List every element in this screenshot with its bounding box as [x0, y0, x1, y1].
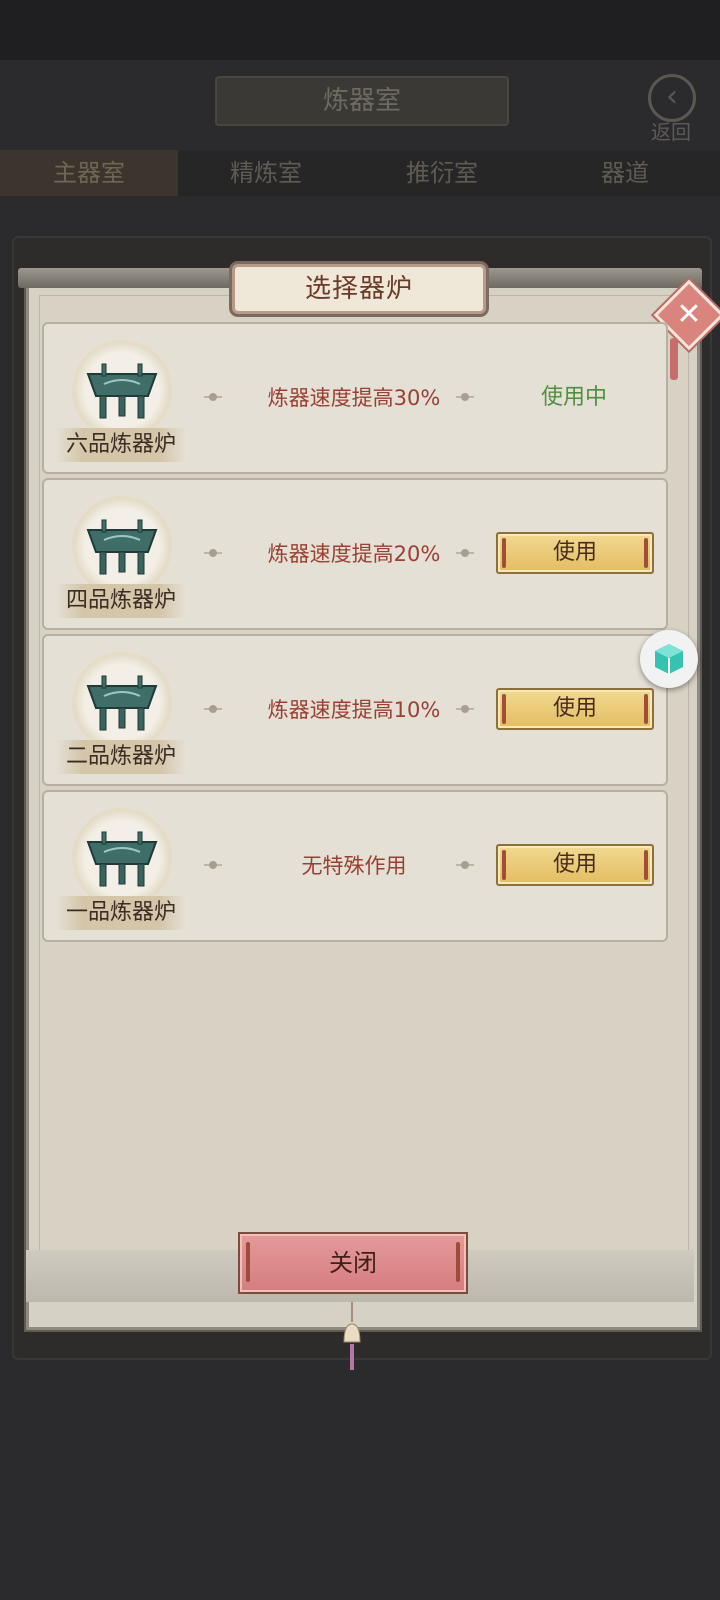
ornament-icon: [204, 548, 222, 558]
bronze-cauldron-icon: [86, 831, 158, 887]
furnace-name: 一品炼器炉: [56, 896, 186, 930]
furnace-icon-frame: [72, 496, 172, 596]
furnace-effect: 炼器速度提高20%: [267, 542, 441, 566]
page-title: 炼器室: [215, 76, 509, 126]
furnace-name: 二品炼器炉: [56, 740, 186, 774]
ornament-icon: [456, 860, 474, 870]
furnace-icon-frame: [72, 340, 172, 440]
tab-deduce-room[interactable]: 推衍室: [354, 150, 530, 196]
bell-icon: [343, 1302, 361, 1370]
ornament-icon: [204, 860, 222, 870]
furnace-name: 四品炼器炉: [56, 584, 186, 618]
tab-tool-dao[interactable]: 器道: [530, 150, 720, 196]
dialog-title: 选择器炉: [232, 264, 486, 314]
furnace-name: 六品炼器炉: [56, 428, 186, 462]
floating-assistant-button[interactable]: [640, 630, 698, 688]
in-use-label: 使用中: [540, 385, 607, 410]
close-x-icon: ✕: [676, 297, 702, 332]
tab-main-room[interactable]: 主器室: [0, 150, 178, 196]
background-tab-bar: 主器室 精炼室 推衍室 器道: [0, 150, 720, 196]
furnace-effect: 炼器速度提高10%: [267, 698, 441, 722]
furnace-icon-frame: [72, 652, 172, 752]
status-bar: [0, 0, 720, 60]
furnace-row: 二品炼器炉 炼器速度提高10% 使用: [42, 634, 668, 786]
bronze-cauldron-icon: [86, 519, 158, 575]
furnace-effect: 无特殊作用: [301, 854, 407, 878]
furnace-effect: 炼器速度提高30%: [267, 386, 441, 410]
back-label: 返回: [651, 120, 691, 144]
furnace-row: 六品炼器炉 炼器速度提高30% 使用中: [42, 322, 668, 474]
ornament-icon: [204, 392, 222, 402]
cube-icon: [655, 644, 683, 674]
furnace-row: 四品炼器炉 炼器速度提高20% 使用: [42, 478, 668, 630]
tab-refine-room[interactable]: 精炼室: [178, 150, 354, 196]
ornament-icon: [204, 704, 222, 714]
back-arrow-icon: ‹: [648, 74, 696, 122]
furnace-icon-frame: [72, 808, 172, 908]
bronze-cauldron-icon: [86, 363, 158, 419]
close-button[interactable]: 关闭: [238, 1232, 468, 1294]
back-button[interactable]: ‹ 返回: [636, 70, 706, 144]
use-button[interactable]: 使用: [496, 532, 654, 574]
ornament-icon: [456, 548, 474, 558]
ornament-icon: [456, 392, 474, 402]
tassel-decoration: [670, 338, 678, 380]
use-button[interactable]: 使用: [496, 688, 654, 730]
bronze-cauldron-icon: [86, 675, 158, 731]
use-button[interactable]: 使用: [496, 844, 654, 886]
ornament-icon: [456, 704, 474, 714]
furnace-row: 一品炼器炉 无特殊作用 使用: [42, 790, 668, 942]
